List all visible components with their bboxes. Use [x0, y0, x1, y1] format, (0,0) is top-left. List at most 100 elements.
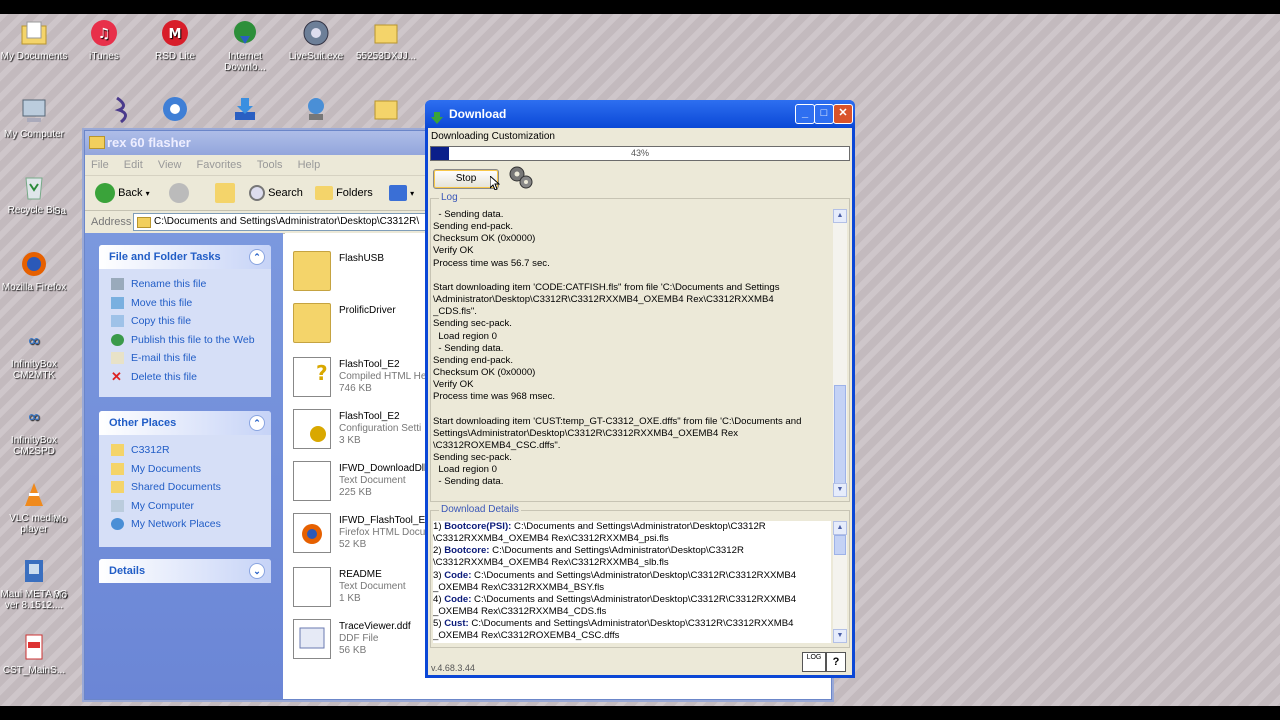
log-text-area[interactable]: - Sending data. Sending end-pack. Checksum… — [433, 209, 831, 497]
up-folder-button[interactable] — [215, 182, 235, 204]
task-copy[interactable]: Copy this file — [111, 312, 271, 331]
address-label: Address — [91, 216, 132, 228]
views-button[interactable]: ▾ — [389, 182, 414, 204]
file-item[interactable]: README Text Document 1 KB — [293, 563, 443, 613]
detail-key: Bootcore: — [444, 545, 490, 557]
file-item[interactable]: IFWD_DownloadDll Text Document 225 KB — [293, 457, 443, 507]
desktop-icon-infinitybox-cm2spd[interactable]: ∞ InfinityBox CM2SPD — [0, 402, 70, 457]
log-line: - Sending data. — [433, 209, 504, 220]
desktop-icon-itunes[interactable]: ♫ iTunes — [68, 18, 140, 62]
address-field[interactable]: C:\Documents and Settings\Administrator\… — [133, 213, 455, 231]
log-line: Process time was 56.7 sec. — [433, 257, 550, 269]
network-icon — [301, 94, 331, 124]
detail-key: Bootcore(PSI): — [444, 521, 512, 532]
desktop-icon-internet-download[interactable]: Internet Downlo... — [209, 18, 281, 73]
scroll-up-arrow-icon[interactable]: ▲ — [833, 209, 847, 223]
download-progress-bar: 43% — [430, 146, 850, 161]
menu-help[interactable]: Help — [298, 159, 321, 171]
file-item[interactable]: IFWD_FlashTool_E2 Firefox HTML Docu 52 K… — [293, 509, 443, 559]
place-my-network-places[interactable]: My Network Places — [111, 515, 271, 534]
place-c3312r[interactable]: C3312R — [111, 441, 271, 460]
place-my-computer[interactable]: My Computer — [111, 497, 271, 516]
download-body: Downloading Customization 43% Stop Log -… — [428, 128, 852, 675]
file-item[interactable]: ProlificDriver — [293, 299, 443, 349]
computer-icon — [19, 96, 49, 126]
log-line: Start downloading item 'CUST:temp_GT-C33… — [433, 415, 802, 427]
file-item[interactable]: FlashTool_E2 Configuration Setti 3 KB — [293, 405, 443, 455]
log-line: Load region 0 — [433, 464, 498, 476]
place-my-documents[interactable]: My Documents — [111, 460, 271, 479]
maximize-button[interactable]: □ — [814, 104, 834, 124]
folders-button[interactable]: Folders — [315, 182, 373, 204]
expand-icon[interactable]: ⌄ — [249, 563, 265, 579]
other-places-header[interactable]: Other Places ⌃ — [99, 411, 271, 435]
download-details-list[interactable]: 1) Bootcore(PSI): C:\Documents and Setti… — [433, 521, 831, 643]
desktop-icon-my-computer[interactable]: My Computer — [0, 96, 70, 140]
desktop-icon-partial-4[interactable] — [280, 94, 352, 127]
itunes-icon: ♫ — [89, 18, 119, 48]
log-line: - Sending data. — [433, 476, 504, 488]
collapse-icon[interactable]: ⌃ — [249, 249, 265, 265]
folder-icon — [111, 481, 124, 493]
task-move[interactable]: Move this file — [111, 294, 271, 313]
menu-file[interactable]: File — [91, 159, 109, 171]
desktop-icon-partial-5[interactable] — [350, 94, 422, 127]
download-title-bar[interactable]: Download _ □ ✕ — [425, 100, 855, 128]
task-delete[interactable]: ✕ Delete this file — [111, 368, 271, 387]
scroll-thumb[interactable] — [834, 535, 846, 555]
desktop-icon-partial-3[interactable] — [209, 94, 281, 127]
scroll-down-arrow-icon[interactable]: ▼ — [833, 629, 847, 643]
menu-tools[interactable]: Tools — [257, 159, 283, 171]
network-icon — [111, 518, 124, 530]
desktop-icon-rsd-lite[interactable]: M RSD Lite — [139, 18, 211, 62]
menu-favorites[interactable]: Favorites — [197, 159, 242, 171]
chevron-down-icon: ▾ — [410, 189, 415, 198]
log-line: Sending sec-pack. — [433, 318, 512, 330]
search-icon — [249, 185, 265, 202]
desktop-icon-mozilla-firefox[interactable]: Mozilla Firefox — [0, 249, 70, 293]
back-button[interactable]: Back ▾ — [95, 182, 150, 204]
recycle-bin-icon — [19, 172, 49, 202]
close-button[interactable]: ✕ — [833, 104, 853, 124]
minimize-button[interactable]: _ — [795, 104, 815, 124]
details-scrollbar[interactable]: ▲ ▼ — [833, 521, 847, 643]
desktop-icon-cst-main[interactable]: CST_MainS... — [0, 632, 70, 676]
log-scrollbar[interactable]: ▲ ▼ — [833, 209, 847, 497]
task-email[interactable]: E-mail this file — [111, 349, 271, 368]
collapse-icon[interactable]: ⌃ — [249, 415, 265, 431]
scroll-down-arrow-icon[interactable]: ▼ — [833, 483, 847, 497]
task-rename[interactable]: Rename this file — [111, 275, 271, 294]
desktop-icon-partial-2[interactable] — [139, 94, 211, 127]
address-value: C:\Documents and Settings\Administrator\… — [154, 216, 420, 227]
desktop-icon-55253dxjj[interactable]: 55253DXJJ... — [350, 18, 422, 62]
svg-text:∞: ∞ — [27, 407, 40, 426]
file-item[interactable]: ? FlashTool_E2 Compiled HTML Help 746 KB — [293, 353, 443, 403]
text-document-icon — [293, 461, 331, 501]
gears-icon — [508, 165, 534, 189]
progress-label: 43% — [630, 148, 649, 158]
file-item[interactable]: FlashUSB — [293, 247, 443, 297]
file-item[interactable]: TraceViewer.ddf DDF File 56 KB — [293, 615, 443, 665]
desktop-icon-infinitybox-cm2mtk[interactable]: ∞ InfinityBox CM2MTK — [0, 326, 70, 381]
chevron-down-icon: ▾ — [145, 189, 150, 198]
desktop-icon-maui-meta[interactable]: Maui META 3G ver 8.1512.... — [0, 556, 70, 611]
scroll-thumb[interactable] — [834, 385, 846, 485]
desktop-icon-label-partial-mo-2: Mo — [53, 590, 67, 601]
menu-edit[interactable]: Edit — [124, 159, 143, 171]
menu-view[interactable]: View — [158, 159, 182, 171]
details-header[interactable]: Details ⌄ — [99, 559, 271, 583]
desktop-icon-vlc[interactable]: VLC media player — [0, 480, 70, 535]
desktop-icon-my-documents[interactable]: My Documents — [0, 18, 70, 62]
scroll-up-arrow-icon[interactable]: ▲ — [833, 521, 847, 535]
svg-text:M: M — [169, 27, 182, 42]
forward-button[interactable] — [169, 182, 189, 204]
task-publish[interactable]: Publish this file to the Web — [111, 331, 271, 350]
place-shared-documents[interactable]: Shared Documents — [111, 478, 271, 497]
search-button[interactable]: Search — [249, 182, 303, 204]
detail-key: Code: — [444, 569, 472, 581]
log-button[interactable]: LOG — [802, 652, 826, 672]
file-folder-tasks-header[interactable]: File and Folder Tasks ⌃ — [99, 245, 271, 269]
desktop-icon-label-partial-sa: Sa — [53, 206, 67, 217]
help-button[interactable]: ? — [826, 652, 846, 672]
desktop-icon-livesuit[interactable]: LiveSuit.exe — [280, 18, 352, 62]
